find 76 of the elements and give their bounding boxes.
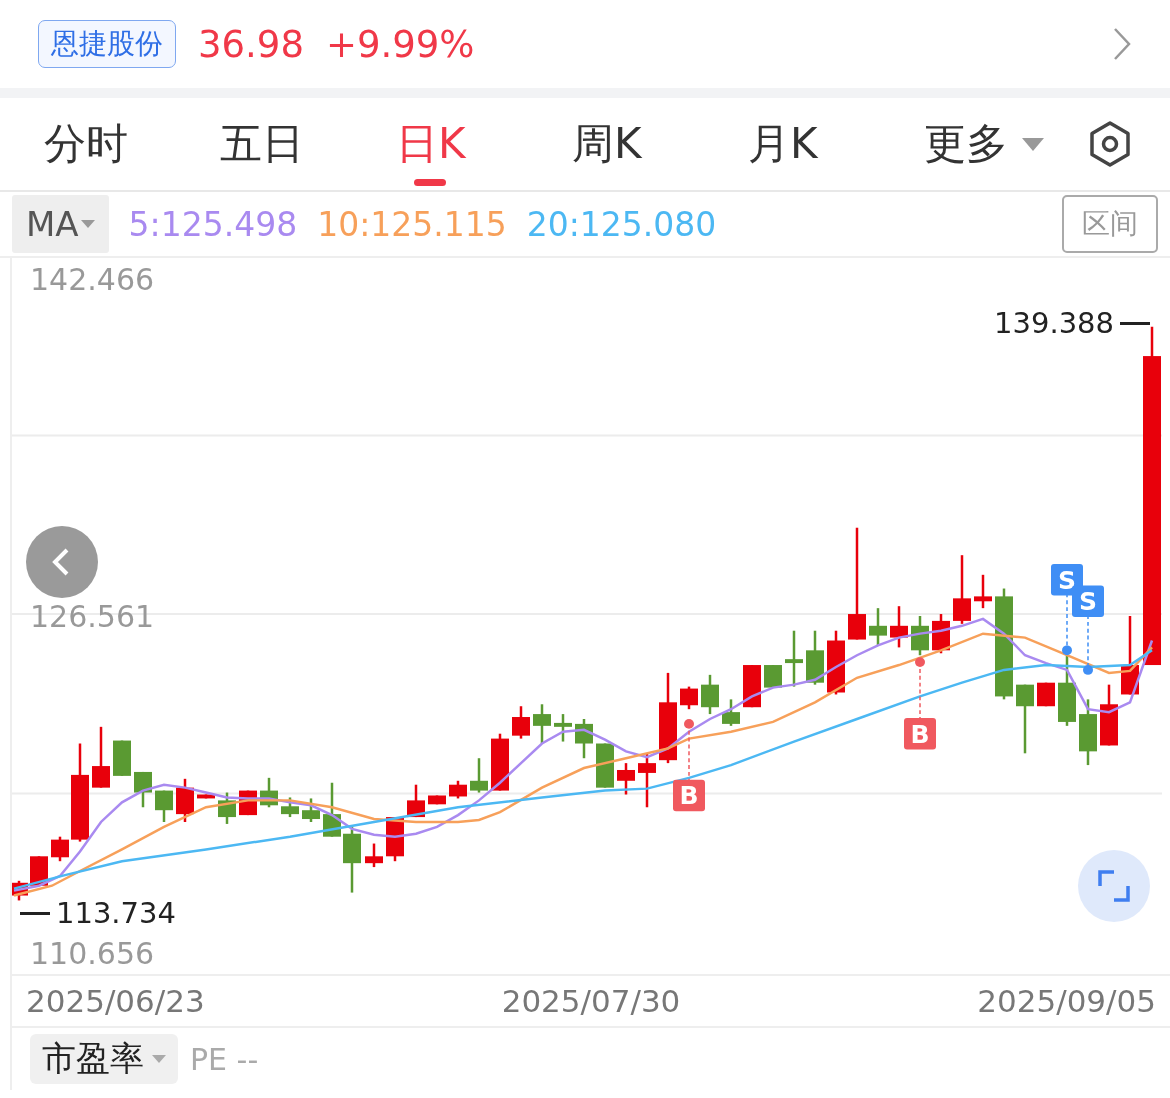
candlestick [596, 743, 614, 788]
period-tab[interactable]: 月K [748, 98, 924, 190]
candlestick [512, 706, 530, 739]
candlestick [764, 665, 782, 688]
candlestick [890, 606, 908, 648]
date-axis-label: 2025/06/23 [26, 983, 205, 1019]
candlestick [1016, 684, 1034, 754]
candlestick [869, 608, 887, 646]
candlestick [155, 790, 173, 822]
metric-dropdown[interactable]: 市盈率 [30, 1034, 178, 1084]
candlestick [92, 726, 110, 788]
moving-average-value: 10:125.115 [317, 204, 507, 244]
candlestick [428, 795, 446, 805]
candlestick [176, 778, 194, 822]
candlestick [701, 674, 719, 715]
low-price-label: 113.734 [56, 896, 176, 930]
date-axis-label: 2025/09/05 [977, 983, 1156, 1019]
candlestick [302, 798, 320, 822]
candlestick [911, 616, 929, 656]
caret-icon [152, 1055, 166, 1063]
candlestick [743, 665, 761, 708]
caret-icon [80, 220, 95, 228]
caret-icon [1022, 137, 1044, 151]
candlestick [932, 614, 950, 654]
candlestick [407, 784, 425, 818]
candlestick [1100, 684, 1118, 746]
candlestick [12, 880, 28, 901]
candlestick [1079, 699, 1097, 766]
candlestick [1058, 655, 1076, 726]
candlestick [343, 826, 361, 893]
price-axis-label: 126.561 [30, 599, 155, 634]
more-tab[interactable]: 更多 [924, 98, 1044, 190]
period-tab[interactable]: 周K [572, 98, 748, 190]
period-tab[interactable]: 分时 [44, 98, 220, 190]
stock-price: 36.98 [198, 22, 304, 66]
back-button[interactable] [26, 526, 98, 598]
candlestick [554, 714, 572, 742]
candlestick [51, 836, 69, 862]
candlestick [365, 843, 383, 868]
candlestick [953, 555, 971, 624]
candlestick [638, 753, 656, 808]
pe-value: PE -- [190, 1041, 259, 1077]
candlestick [806, 630, 824, 685]
candlestick [827, 630, 845, 695]
fullscreen-button[interactable] [1078, 850, 1150, 922]
candlestick [785, 630, 803, 687]
chevron-right-icon[interactable] [1112, 26, 1132, 62]
candlestick [491, 733, 509, 791]
candlestick [722, 699, 740, 726]
candlestick [533, 704, 551, 744]
candlestick [218, 792, 236, 824]
candlestick [134, 771, 152, 808]
candlestick [260, 777, 278, 808]
period-tab[interactable]: 日K [396, 98, 572, 190]
moving-average-value: 20:125.080 [526, 204, 717, 244]
candlestick [470, 758, 488, 793]
candlestick [680, 686, 698, 710]
high-price-label: 139.388 [994, 306, 1114, 340]
candlestick [323, 782, 341, 837]
candlestick [1037, 682, 1055, 707]
candlestick [617, 763, 635, 795]
price-axis-label: 142.466 [30, 262, 155, 297]
candlestick [449, 780, 467, 799]
stock-name-tag: 恩捷股份 [38, 20, 176, 68]
price-change: +9.99% [325, 22, 475, 66]
settings-icon[interactable] [1088, 120, 1132, 168]
moving-average-value: 5:125.498 [128, 204, 298, 244]
period-tab[interactable]: 五日 [220, 98, 396, 190]
date-axis-label: 2025/07/30 [501, 983, 681, 1019]
candlestick [575, 719, 593, 759]
indicator-dropdown[interactable]: MA [12, 195, 109, 253]
candlestick [281, 797, 299, 818]
candlestick [113, 740, 131, 776]
candlestick [974, 574, 992, 609]
price-axis-label: 110.656 [30, 936, 155, 971]
candlestick [197, 794, 215, 799]
